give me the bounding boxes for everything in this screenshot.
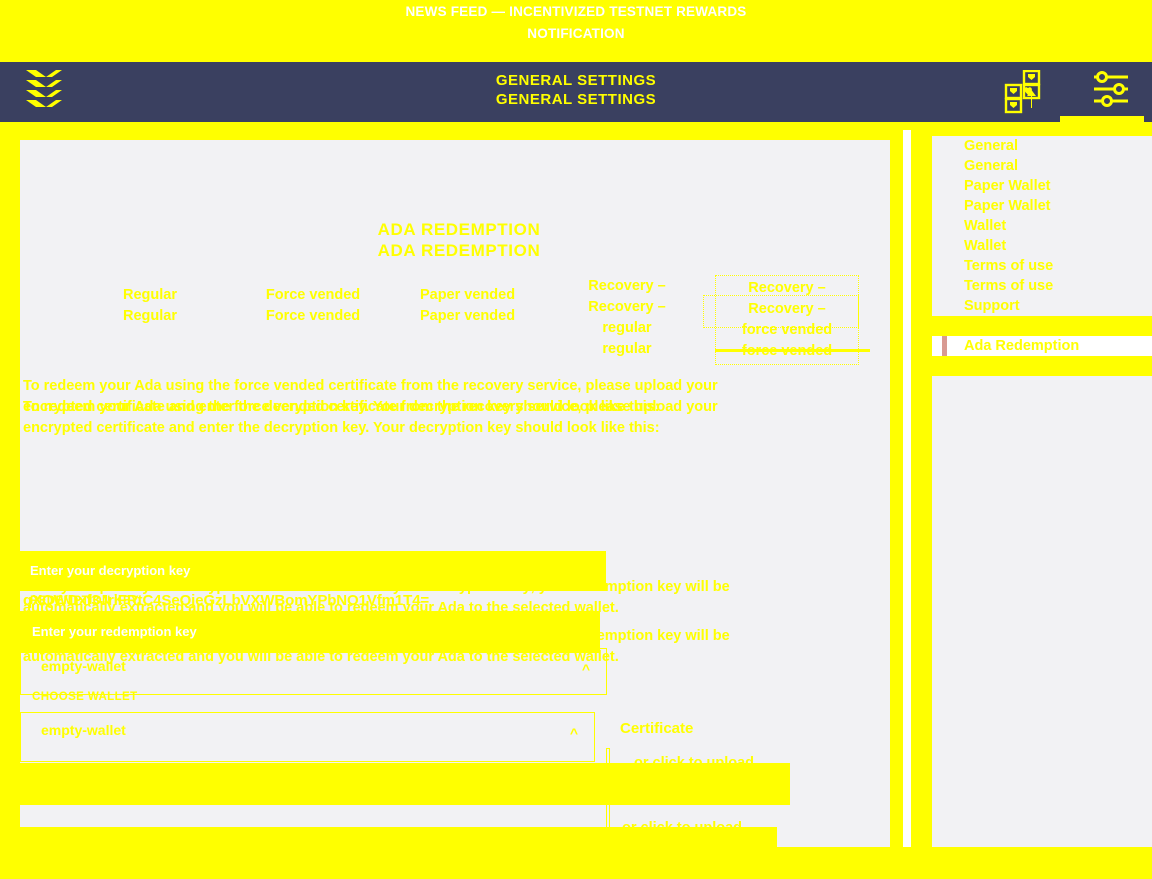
redemption-key-input[interactable]: Enter your redemption key: [20, 611, 600, 653]
sidebar-item-support[interactable]: Support: [932, 296, 1152, 316]
sidebar-item-wallet[interactable]: Wallet: [932, 216, 1152, 236]
instructions-paragraph-1-dup: To redeem your Ada using the force vende…: [23, 397, 785, 439]
tab-recovery-regular-label-dup: Recovery –: [588, 299, 666, 315]
sidebar-item-terms-of-use-dup-label: Terms of use: [964, 278, 1054, 294]
page-title: ADA REDEMPTION: [377, 220, 541, 239]
sidebar-item-terms-of-use-label: Terms of use: [964, 258, 1054, 274]
sidebar-item-paper-wallet[interactable]: Paper Wallet: [932, 176, 1152, 196]
redemption-key-label: REDEMPTION KEY: [30, 595, 140, 607]
tab-force-vended-label-dup: Force vended: [265, 308, 361, 324]
tab-recovery-regular[interactable]: Recovery – Recovery – regular regular: [552, 276, 702, 360]
wallet-node-status-icon[interactable]: [1002, 69, 1060, 119]
certificate-upload-hint: or click to upload: [634, 755, 755, 771]
sidebar-item-wallet-label: Wallet: [964, 218, 1007, 234]
news-notification-bar: NEWS FEED — INCENTIVIZED TESTNET REWARDS…: [0, 0, 1152, 62]
settings-sidebar-pane: General General Paper Wallet Paper Walle…: [920, 122, 1152, 847]
sidebar-active-accent-bar: [942, 336, 947, 356]
nav-title-block: GENERAL SETTINGS GENERAL SETTINGS: [0, 62, 1152, 122]
page-body: ADA REDEMPTION ADA REDEMPTION Regular Re…: [0, 122, 1152, 879]
sidebar-item-general-label: General: [964, 138, 1018, 154]
tab-paper-vended-label: Paper vended: [419, 287, 516, 303]
sidebar-item-terms-of-use[interactable]: Terms of use: [932, 256, 1152, 276]
notification-line-1: NEWS FEED — INCENTIVIZED TESTNET REWARDS: [405, 4, 747, 19]
tab-recovery-regular-label-2-dup: regular: [602, 341, 652, 357]
sidebar-item-general-dup[interactable]: General: [932, 156, 1152, 176]
notification-line-2: NOTIFICATION: [527, 26, 625, 41]
choose-wallet-value-dup: empty-wallet: [41, 722, 126, 738]
sidebar-item-ada-redemption[interactable]: Ada Redemption: [932, 336, 1152, 356]
nav-title-line-1: GENERAL SETTINGS: [495, 72, 657, 89]
choose-wallet-select-dup[interactable]: empty-wallet ^: [20, 712, 595, 762]
tab-recovery-regular-label-2: regular: [602, 320, 652, 336]
settings-sidebar: General General Paper Wallet Paper Walle…: [932, 136, 1152, 847]
choose-wallet-label: CHOOSE WALLET: [32, 691, 138, 703]
tab-paper-vended-label-dup: Paper vended: [419, 308, 516, 324]
sidebar-item-ada-redemption-dup-label: Ada Redemption: [964, 358, 1080, 374]
tab-paper-vended[interactable]: Paper vended Paper vended: [390, 285, 545, 327]
chevron-up-icon[interactable]: ^: [582, 661, 590, 677]
settings-sliders-icon[interactable]: [1090, 70, 1134, 119]
sidebar-item-general[interactable]: General: [932, 136, 1152, 156]
sidebar-item-paper-wallet-dup-label: Paper Wallet: [964, 198, 1051, 214]
tab-regular-label: Regular: [123, 287, 177, 303]
decryption-key-input-placeholder: Enter your decryption key: [30, 563, 191, 578]
choose-wallet-select[interactable]: empty-wallet ^: [20, 648, 607, 695]
instructions-p1-line-1: To redeem your Ada using the force vende…: [23, 378, 683, 394]
settings-menu: General General Paper Wallet Paper Walle…: [932, 136, 1152, 376]
tab-focus-outline: [703, 295, 859, 328]
instructions-p1-dup-line-3: this:: [628, 420, 660, 436]
tab-force-vended-label: Force vended: [265, 287, 361, 303]
tab-regular-label-dup: Regular: [123, 308, 177, 324]
certificate-drop-zone-edge[interactable]: [606, 748, 610, 876]
sidebar-item-paper-wallet-dup[interactable]: Paper Wallet: [932, 196, 1152, 216]
tab-force-vended[interactable]: Force vended Force vended: [238, 285, 388, 327]
sidebar-item-ada-redemption-label: Ada Redemption: [964, 338, 1080, 354]
instructions-p1-dup-line-1: To redeem your Ada using the force vende…: [23, 399, 683, 415]
page-title-dup: ADA REDEMPTION: [377, 241, 541, 260]
sidebar-item-general-dup-label: General: [964, 158, 1018, 174]
sidebar-item-support-label: Support: [964, 298, 1020, 314]
content-scrollbar-thumb[interactable]: [903, 130, 911, 847]
top-navigation-bar: GENERAL SETTINGS GENERAL SETTINGS: [0, 62, 1152, 134]
certificate-upload-hint-dup: or click to upload: [622, 820, 743, 836]
app-window: NEWS FEED — INCENTIVIZED TESTNET REWARDS…: [0, 0, 1152, 879]
tab-recovery-regular-label: Recovery –: [588, 278, 666, 294]
settings-content-pane: ADA REDEMPTION ADA REDEMPTION Regular Re…: [20, 140, 898, 879]
sidebar-item-wallet-dup[interactable]: Wallet: [932, 236, 1152, 256]
active-tab-underline: [715, 349, 870, 352]
certificate-upload-label: Certificate: [620, 720, 694, 737]
sidebar-item-support-dup-label: Support: [964, 318, 1020, 334]
nav-title-line-2: GENERAL SETTINGS: [495, 91, 657, 108]
redemption-type-tabs: Regular Regular Force vended Force vende…: [80, 275, 880, 365]
chevron-up-icon-dup[interactable]: ^: [570, 725, 578, 741]
redemption-key-input-placeholder: Enter your redemption key: [32, 624, 197, 639]
sidebar-item-paper-wallet-label: Paper Wallet: [964, 178, 1051, 194]
choose-wallet-value: empty-wallet: [41, 658, 126, 674]
decryption-key-input[interactable]: Enter your decryption key: [20, 551, 606, 591]
tab-regular[interactable]: Regular Regular: [90, 285, 210, 327]
sidebar-item-terms-of-use-dup[interactable]: Terms of use: [932, 276, 1152, 296]
sidebar-item-wallet-dup-label: Wallet: [964, 238, 1007, 254]
sidebar-item-ada-redemption-dup[interactable]: Ada Redemption: [932, 356, 1152, 376]
sidebar-item-support-dup[interactable]: Support: [932, 316, 1152, 336]
